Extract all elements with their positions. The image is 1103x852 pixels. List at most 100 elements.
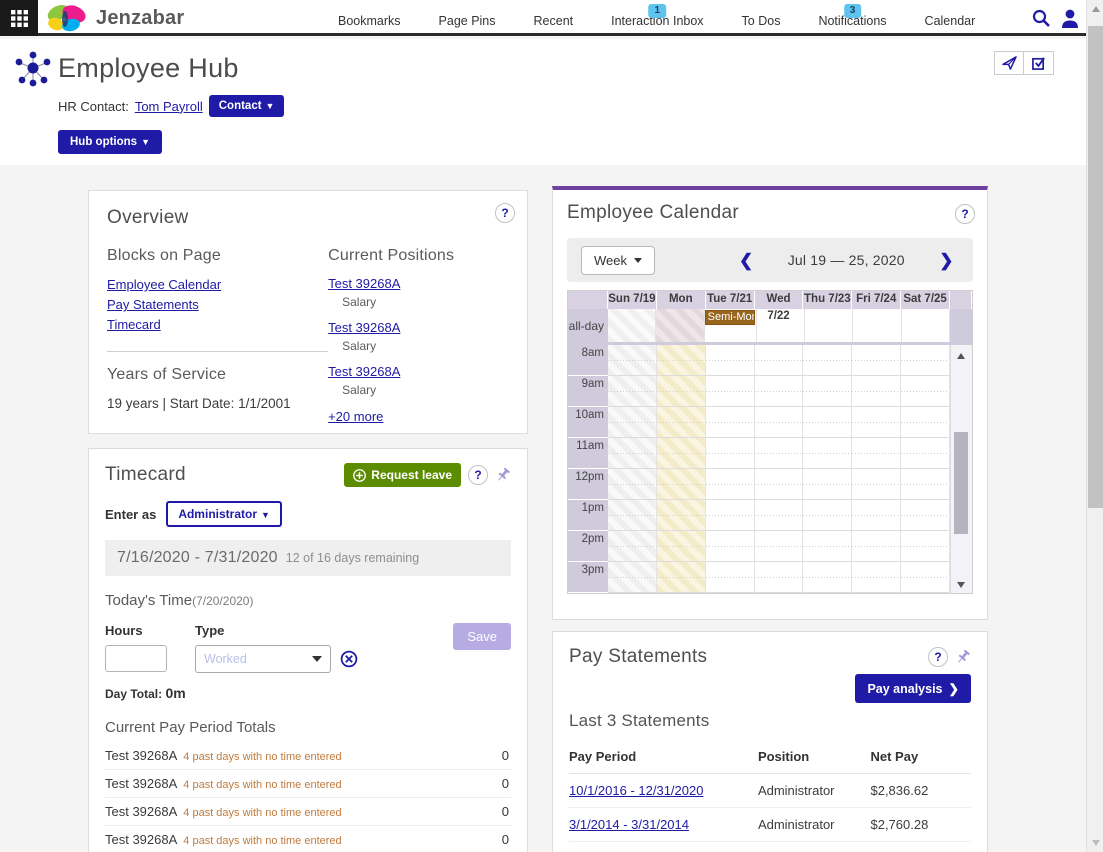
calendar-cell[interactable]: [852, 531, 901, 562]
nav-calendar[interactable]: Calendar: [925, 8, 976, 28]
hub-options-button[interactable]: Hub options▼: [58, 130, 162, 154]
pay-analysis-button[interactable]: Pay analysis ❯: [855, 674, 971, 703]
calendar-cell[interactable]: [901, 345, 950, 376]
calendar-cell[interactable]: [803, 407, 852, 438]
calendar-cell[interactable]: [657, 345, 706, 376]
calendar-cell[interactable]: [852, 438, 901, 469]
save-button[interactable]: Save: [453, 623, 511, 650]
calendar-cell[interactable]: [706, 531, 755, 562]
calendar-cell[interactable]: [657, 469, 706, 500]
calendar-cell[interactable]: [657, 376, 706, 407]
calendar-cell[interactable]: [608, 469, 657, 500]
calendar-cell[interactable]: [706, 500, 755, 531]
statement-period-link[interactable]: 3/1/2014 - 3/31/2014: [569, 817, 689, 832]
block-link-pay-statements[interactable]: Pay Statements: [107, 295, 328, 315]
calendar-cell[interactable]: [755, 376, 804, 407]
calendar-allday-cell[interactable]: [805, 309, 853, 342]
calendar-cell[interactable]: [706, 345, 755, 376]
browser-scrollbar-thumb[interactable]: [1088, 26, 1103, 508]
scroll-up-icon[interactable]: [950, 353, 972, 359]
calendar-allday-cell[interactable]: [853, 309, 901, 342]
calendar-cell[interactable]: [706, 376, 755, 407]
app-launcher-button[interactable]: [0, 0, 38, 36]
calendar-cell[interactable]: [755, 345, 804, 376]
search-icon[interactable]: [1031, 8, 1051, 28]
calendar-cell[interactable]: [901, 531, 950, 562]
calendar-cell[interactable]: [608, 376, 657, 407]
block-link-timecard[interactable]: Timecard: [107, 315, 328, 335]
timecard-help-button[interactable]: ?: [468, 465, 488, 485]
calendar-allday-cell[interactable]: [656, 309, 704, 342]
calendar-cell[interactable]: [755, 500, 804, 531]
hours-input[interactable]: [105, 645, 167, 672]
enter-as-dropdown[interactable]: Administrator▼: [166, 501, 282, 527]
position-link[interactable]: Test 39268A: [328, 364, 400, 379]
calendar-cell[interactable]: [901, 469, 950, 500]
calendar-cell[interactable]: [608, 345, 657, 376]
statement-period-link[interactable]: 10/1/2016 - 12/31/2020: [569, 783, 703, 798]
calendar-cell[interactable]: [803, 438, 852, 469]
calendar-cell[interactable]: [852, 407, 901, 438]
calendar-cell[interactable]: [657, 531, 706, 562]
tasks-button[interactable]: [1024, 51, 1054, 75]
nav-bookmarks[interactable]: Bookmarks: [338, 8, 401, 28]
pay-help-button[interactable]: ?: [928, 647, 948, 667]
calendar-cell[interactable]: [901, 407, 950, 438]
calendar-allday-cell[interactable]: [757, 309, 805, 342]
calendar-cell[interactable]: [608, 438, 657, 469]
nav-notifications[interactable]: 3 Notifications: [818, 8, 886, 28]
calendar-cell[interactable]: [803, 469, 852, 500]
calendar-cell[interactable]: [755, 531, 804, 562]
calendar-cell[interactable]: [901, 562, 950, 593]
calendar-cell[interactable]: [657, 438, 706, 469]
calendar-cell[interactable]: [901, 376, 950, 407]
calendar-cell[interactable]: [852, 500, 901, 531]
calendar-cell[interactable]: [608, 407, 657, 438]
nav-interaction-inbox[interactable]: 1 Interaction Inbox: [611, 8, 703, 28]
contact-dropdown-button[interactable]: Contact▼: [209, 95, 285, 117]
overview-help-button[interactable]: ?: [495, 203, 515, 223]
calendar-cell[interactable]: [608, 500, 657, 531]
calendar-cell[interactable]: [657, 562, 706, 593]
calendar-cell[interactable]: [755, 469, 804, 500]
calendar-cell[interactable]: [706, 562, 755, 593]
position-link[interactable]: Test 39268A: [328, 276, 400, 291]
profile-icon[interactable]: [1061, 8, 1079, 28]
calendar-cell[interactable]: [657, 407, 706, 438]
next-week-button[interactable]: ❯: [939, 252, 953, 269]
calendar-cell[interactable]: [803, 345, 852, 376]
hr-contact-link[interactable]: Tom Payroll: [135, 99, 203, 114]
calendar-cell[interactable]: [803, 500, 852, 531]
nav-page-pins[interactable]: Page Pins: [439, 8, 496, 28]
browser-scrollbar[interactable]: [1086, 0, 1103, 852]
block-link-employee-calendar[interactable]: Employee Calendar: [107, 275, 328, 295]
type-select[interactable]: Worked: [195, 645, 331, 673]
pin-icon[interactable]: [955, 649, 971, 665]
calendar-cell[interactable]: [755, 407, 804, 438]
nav-to-dos[interactable]: To Dos: [742, 8, 781, 28]
calendar-cell[interactable]: [901, 438, 950, 469]
calendar-cell[interactable]: [852, 376, 901, 407]
request-leave-button[interactable]: Request leave: [344, 463, 461, 487]
calendar-scrollbar-thumb[interactable]: [954, 432, 968, 534]
send-message-button[interactable]: [994, 51, 1024, 75]
calendar-allday-cell[interactable]: [902, 309, 950, 342]
calendar-help-button[interactable]: ?: [955, 204, 975, 224]
calendar-cell[interactable]: [706, 469, 755, 500]
calendar-cell[interactable]: [608, 531, 657, 562]
pin-icon[interactable]: [495, 467, 511, 483]
nav-recent[interactable]: Recent: [534, 8, 574, 28]
scroll-down-icon[interactable]: [1087, 836, 1103, 850]
calendar-cell[interactable]: [755, 562, 804, 593]
calendar-cell[interactable]: [657, 500, 706, 531]
calendar-cell[interactable]: [901, 500, 950, 531]
calendar-event[interactable]: Semi-Mont: [705, 310, 755, 325]
calendar-cell[interactable]: [852, 469, 901, 500]
calendar-cell[interactable]: [852, 345, 901, 376]
scroll-down-icon[interactable]: [950, 582, 972, 588]
view-selector-week[interactable]: Week: [581, 246, 655, 275]
calendar-cell[interactable]: [803, 376, 852, 407]
clear-type-icon[interactable]: [340, 650, 358, 668]
calendar-cell[interactable]: [852, 562, 901, 593]
brand[interactable]: Jenzabar: [44, 0, 184, 36]
